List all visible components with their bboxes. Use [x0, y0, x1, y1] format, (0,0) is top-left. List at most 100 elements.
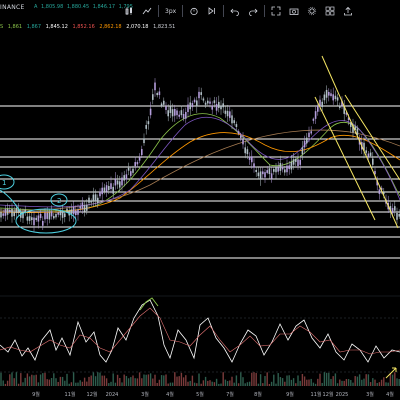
- candle-body: [275, 166, 277, 173]
- chart-toolbar: 3px: [120, 3, 357, 19]
- candle-body: [53, 216, 55, 219]
- volume-bar: [149, 373, 152, 386]
- candle-body: [321, 101, 323, 108]
- indicators-icon[interactable]: [138, 3, 156, 19]
- candle-body: [284, 169, 286, 173]
- volume-bar: [77, 382, 79, 386]
- volume-bar: [105, 378, 108, 386]
- volume-bar: [81, 381, 84, 386]
- ma-value: 2,862.18: [99, 24, 122, 30]
- time-axis-label: 9월: [286, 391, 294, 398]
- volume-bar: [306, 379, 308, 386]
- candle-body: [273, 169, 275, 172]
- candle-body: [207, 100, 209, 104]
- candle-body: [108, 186, 110, 191]
- redo-icon[interactable]: [244, 3, 262, 19]
- volume-bar: [59, 376, 62, 386]
- time-axis-label: 2025: [336, 392, 349, 398]
- volume-bar: [132, 375, 134, 386]
- candle-body: [251, 156, 253, 163]
- volume-bar: [17, 383, 20, 386]
- volume-bar: [39, 374, 42, 386]
- price-chart[interactable]: 1 2 9월 11월 12월 2024 3월 4월 5월 7월 8월 9월 11월 12월 2025 3월…: [0, 0, 400, 400]
- gear-icon[interactable]: [303, 3, 321, 19]
- candle-body: [336, 97, 339, 101]
- candle-body: [244, 147, 246, 154]
- upload-icon[interactable]: [339, 3, 357, 19]
- undo-icon[interactable]: [226, 3, 244, 19]
- toolbar-divider: [223, 5, 225, 17]
- horizontal-levels[interactable]: [0, 105, 400, 259]
- candles[interactable]: [0, 78, 400, 232]
- volume-bar: [387, 382, 389, 386]
- volume-bar: [207, 380, 209, 386]
- camera-icon[interactable]: [285, 3, 303, 19]
- candle-body: [119, 181, 121, 188]
- grid-icon[interactable]: [321, 3, 339, 19]
- candle-body: [182, 114, 185, 119]
- candle-body: [339, 105, 341, 108]
- volume-bar: [389, 373, 392, 386]
- ma-value: 1,823.51: [153, 24, 176, 30]
- timeframe-button[interactable]: 3px: [161, 3, 180, 19]
- volume-bar: [165, 374, 167, 386]
- volume-bar: [251, 372, 253, 386]
- volume-bar: [24, 377, 26, 386]
- candle-body: [90, 200, 92, 203]
- volume-bar: [226, 381, 229, 386]
- candle-body: [262, 171, 264, 175]
- candle-body: [167, 110, 169, 117]
- candle-body: [325, 89, 328, 98]
- volume-bar: [189, 380, 191, 386]
- volume-bar: [0, 372, 2, 386]
- volume-bar: [178, 376, 180, 386]
- replay-icon[interactable]: [203, 3, 221, 19]
- candle-body: [222, 103, 224, 108]
- candle-body: [314, 111, 317, 119]
- candle-body: [297, 159, 299, 166]
- candle-body: [86, 204, 88, 211]
- trendlines[interactable]: [314, 55, 400, 229]
- candle-body: [193, 99, 196, 103]
- candle-body: [0, 212, 2, 218]
- volume-bar: [70, 382, 73, 386]
- time-axis-label: 2024: [106, 392, 119, 398]
- fullscreen-icon[interactable]: [267, 3, 285, 19]
- volume-bar: [20, 373, 22, 386]
- candle-body: [209, 101, 211, 104]
- oscillator-panel[interactable]: [0, 295, 400, 386]
- candle-body: [215, 103, 218, 111]
- candle-body: [196, 100, 198, 107]
- exchange-label: INANCE: [0, 4, 25, 11]
- volume-bar: [28, 376, 31, 386]
- volume-bar: [37, 382, 40, 386]
- volume-bar: [33, 375, 35, 386]
- volume-bar: [347, 379, 350, 386]
- candle-body: [66, 208, 68, 212]
- volume-bar: [244, 383, 246, 386]
- candle-body: [64, 213, 66, 217]
- candle-body: [246, 149, 249, 155]
- volume-bar: [171, 382, 174, 386]
- time-axis[interactable]: 9월 11월 12월 2024 3월 4월 5월 7월 8월 9월 11월 12월 2025 3월 4월: [32, 391, 394, 398]
- time-axis-label: 12월: [323, 391, 334, 398]
- volume-bar: [204, 376, 207, 386]
- candle-body: [367, 153, 370, 157]
- volume-bar: [383, 377, 385, 386]
- candle-body: [200, 92, 202, 95]
- candle-body: [248, 156, 251, 160]
- volume-bar: [187, 381, 189, 386]
- candle-body: [145, 125, 147, 129]
- alert-icon[interactable]: [185, 3, 203, 19]
- volume-bar: [163, 375, 165, 386]
- bar-style-icon[interactable]: [120, 3, 138, 19]
- moving-average-legend: S 1,861 1,867 1,845.12 1,852.16 2,862.18…: [0, 24, 178, 30]
- drawn-annotations[interactable]: [0, 174, 77, 234]
- candle-body: [72, 206, 75, 215]
- volume-bar: [75, 382, 77, 386]
- candle-body: [178, 114, 180, 117]
- candle-body: [15, 207, 18, 214]
- volume-bar: [180, 372, 183, 386]
- volume-bar: [334, 373, 337, 386]
- candle-body: [202, 98, 205, 101]
